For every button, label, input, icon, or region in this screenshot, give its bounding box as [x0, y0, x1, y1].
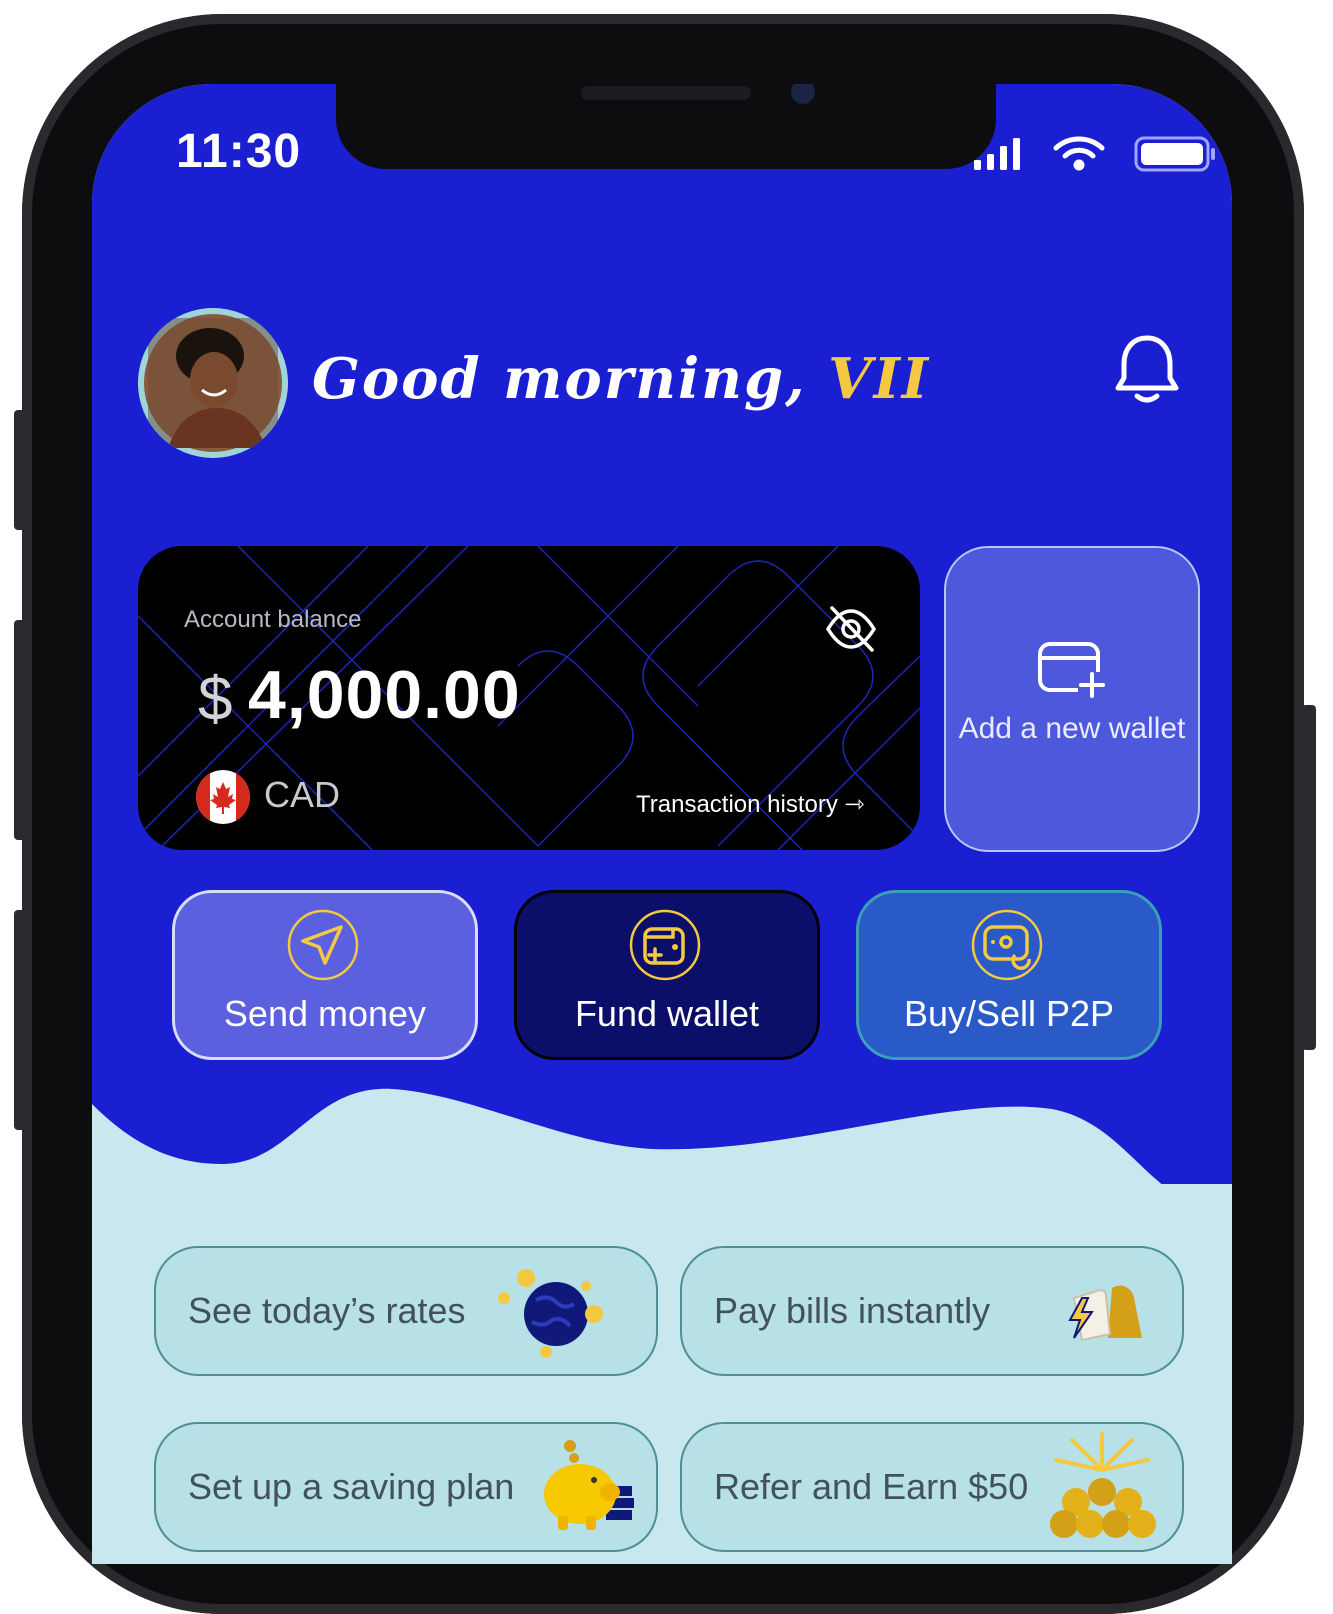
fund-wallet-icon [629, 909, 701, 981]
add-wallet-label: Add a new wallet [958, 712, 1186, 745]
globe-coins-icon [498, 1269, 603, 1358]
wave-divider [92, 1088, 1232, 1244]
refer-earn-label: Refer and Earn $50 [714, 1466, 1029, 1507]
volume-down-button [14, 910, 28, 1130]
piggy-bank-icon [544, 1440, 634, 1530]
currency-code: CAD [264, 774, 341, 815]
add-wallet-button[interactable]: Add a new wallet [944, 546, 1200, 852]
avatar[interactable] [138, 308, 288, 458]
mute-switch [14, 410, 28, 530]
bills-receipt-icon [1068, 1285, 1142, 1342]
volume-up-button [14, 620, 28, 840]
see-rates-card[interactable]: See today’s rates [154, 1246, 658, 1376]
status-time: 11:30 [176, 125, 302, 178]
status-icons [974, 136, 1215, 172]
send-money-button[interactable]: Send money [172, 890, 478, 1060]
fund-wallet-label: Fund wallet [574, 993, 760, 1034]
front-camera [791, 84, 815, 104]
power-button [1302, 705, 1316, 1050]
speaker-grille [581, 86, 751, 100]
greeting-prefix: Good morning, [312, 346, 807, 412]
saving-plan-label: Set up a saving plan [188, 1466, 515, 1507]
hide-balance-eye-off-icon[interactable] [824, 602, 878, 656]
device-notch [336, 84, 996, 169]
pay-bills-card[interactable]: Pay bills instantly [680, 1246, 1184, 1376]
send-icon [287, 909, 359, 981]
greeting-text: Good morning, VII [312, 346, 930, 412]
canada-flag-icon [196, 770, 250, 824]
signal-icon [974, 138, 1020, 170]
refer-earn-card[interactable]: Refer and Earn $50 [680, 1422, 1184, 1552]
buy-sell-p2p-label: Buy/Sell P2P [903, 993, 1115, 1034]
transaction-history-link[interactable]: Transaction history ⇾ [636, 790, 865, 819]
send-money-label: Send money [223, 993, 427, 1034]
battery-icon [1134, 136, 1215, 172]
app-screen: 11:30 Good morning, VII Account balance … [92, 84, 1232, 1564]
buy-sell-p2p-button[interactable]: Buy/Sell P2P [856, 890, 1162, 1060]
see-rates-label: See today’s rates [188, 1290, 466, 1331]
user-photo [138, 308, 288, 458]
wifi-icon [1053, 136, 1105, 171]
balance-card: Account balance $ 4,000.00 CAD Transacti… [138, 546, 920, 850]
add-wallet-icon [1038, 642, 1106, 698]
p2p-exchange-icon [971, 909, 1043, 981]
user-name: VII [828, 346, 930, 412]
balance-label: Account balance [184, 606, 362, 633]
balance-amount: 4,000.00 [248, 657, 521, 733]
pay-bills-label: Pay bills instantly [714, 1290, 991, 1331]
currency-symbol: $ [198, 665, 233, 734]
coins-pile-icon [1050, 1432, 1156, 1538]
fund-wallet-button[interactable]: Fund wallet [514, 890, 820, 1060]
saving-plan-card[interactable]: Set up a saving plan [154, 1422, 658, 1552]
notification-bell-icon[interactable] [1112, 332, 1182, 407]
